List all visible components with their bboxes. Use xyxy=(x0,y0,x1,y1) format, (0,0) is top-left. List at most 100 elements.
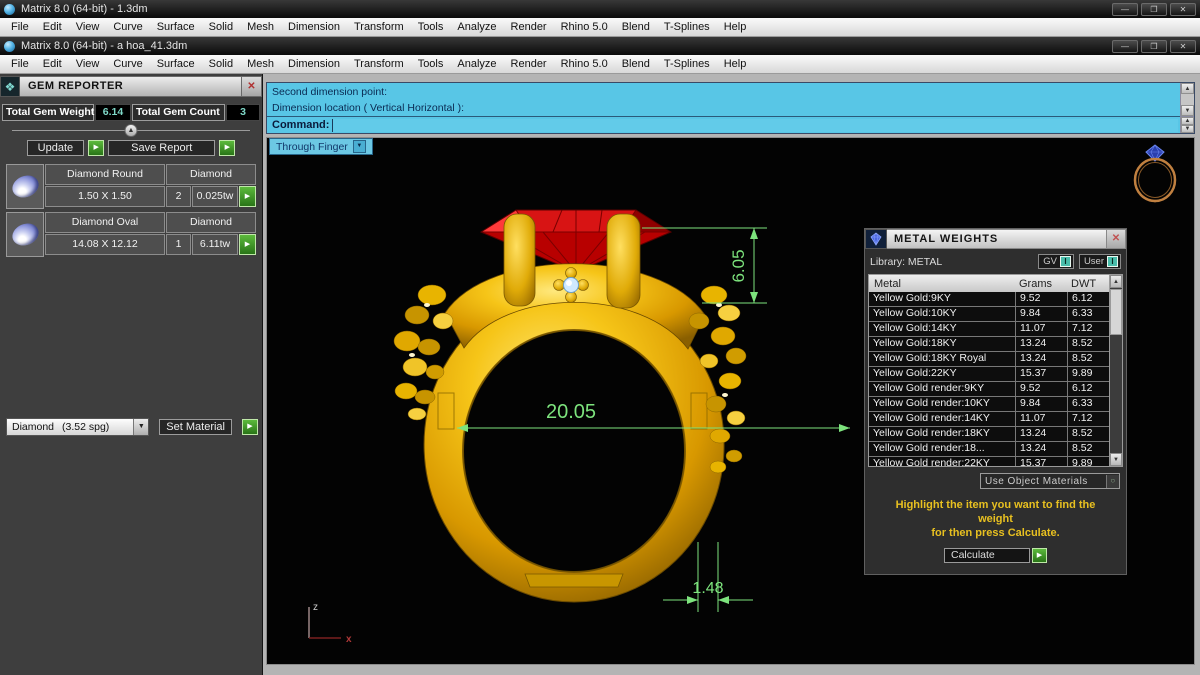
cell-grams: 15.37 xyxy=(1016,457,1068,466)
scroll-up-icon[interactable]: ▲ xyxy=(1181,83,1194,94)
toggle-on-icon[interactable]: I xyxy=(1059,256,1071,267)
table-row[interactable]: Yellow Gold:18KY Royal 13.24 8.52 xyxy=(869,352,1109,367)
menu-surface[interactable]: Surface xyxy=(150,18,202,36)
menu-dimension[interactable]: Dimension xyxy=(281,18,347,36)
table-row[interactable]: Yellow Gold render:18KY 13.24 8.52 xyxy=(869,427,1109,442)
gem-go-icon[interactable]: ▶ xyxy=(239,186,256,207)
menu-file[interactable]: File xyxy=(4,18,36,36)
command-input[interactable] xyxy=(332,118,1178,132)
table-row[interactable]: Yellow Gold render:10KY 9.84 6.33 xyxy=(869,397,1109,412)
gem-row-diamond-oval[interactable]: Diamond Oval Diamond 14.08 X 12.12 1 6.1… xyxy=(6,212,256,257)
table-row[interactable]: Yellow Gold:22KY 15.37 9.89 xyxy=(869,367,1109,382)
menu-analyze[interactable]: Analyze xyxy=(450,55,503,73)
menu-tools[interactable]: Tools xyxy=(411,18,451,36)
close-icon[interactable]: ✕ xyxy=(1170,2,1196,16)
menu-rhino[interactable]: Rhino 5.0 xyxy=(554,55,615,73)
spin-up-icon[interactable]: ▲ xyxy=(1181,117,1194,125)
menu-dimension[interactable]: Dimension xyxy=(281,55,347,73)
titlebar-window-2: Matrix 8.0 (64-bit) - a hoa_41.3dm — ❐ ✕ xyxy=(0,37,1200,55)
table-row[interactable]: Yellow Gold render:22KY 15.37 9.89 xyxy=(869,457,1109,466)
table-row[interactable]: Yellow Gold render:9KY 9.52 6.12 xyxy=(869,382,1109,397)
set-material-button[interactable]: Set Material xyxy=(159,419,232,435)
scrollbar-thumb[interactable] xyxy=(1110,289,1122,335)
table-row[interactable]: Yellow Gold:9KY 9.52 6.12 xyxy=(869,292,1109,307)
command-spinner[interactable]: ▲ ▼ xyxy=(1181,116,1194,133)
cell-dwt: 9.89 xyxy=(1072,457,1093,466)
close-icon[interactable]: ✕ xyxy=(242,76,262,97)
menu-help[interactable]: Help xyxy=(717,18,754,36)
chevron-down-icon[interactable]: ▼ xyxy=(133,419,149,435)
menu-mesh[interactable]: Mesh xyxy=(240,18,281,36)
menu-blend[interactable]: Blend xyxy=(615,55,657,73)
menu-view[interactable]: View xyxy=(69,18,107,36)
menu-edit[interactable]: Edit xyxy=(36,18,69,36)
calculate-go-icon[interactable]: ▶ xyxy=(1032,548,1047,563)
menu-render[interactable]: Render xyxy=(504,18,554,36)
table-row[interactable]: Yellow Gold:10KY 9.84 6.33 xyxy=(869,307,1109,322)
menu-transform[interactable]: Transform xyxy=(347,55,411,73)
menu-analyze[interactable]: Analyze xyxy=(450,18,503,36)
gv-toggle-button[interactable]: GV I xyxy=(1038,254,1074,269)
window-title: Matrix 8.0 (64-bit) - 1.3dm xyxy=(21,3,148,15)
menu-curve[interactable]: Curve xyxy=(106,18,149,36)
set-material-go-icon[interactable]: ▶ xyxy=(242,419,258,435)
menu-tools[interactable]: Tools xyxy=(411,55,451,73)
table-row[interactable]: Yellow Gold:18KY 13.24 8.52 xyxy=(869,337,1109,352)
close-icon[interactable]: ✕ xyxy=(1107,229,1126,249)
metal-weights-header[interactable]: METAL WEIGHTS ✕ xyxy=(865,229,1126,249)
menu-curve[interactable]: Curve xyxy=(106,55,149,73)
menu-transform[interactable]: Transform xyxy=(347,18,411,36)
menu-view[interactable]: View xyxy=(69,55,107,73)
axis-z-label: z xyxy=(313,602,318,613)
scroll-down-icon[interactable]: ▼ xyxy=(1110,453,1122,466)
command-history[interactable]: Second dimension point: Dimension locati… xyxy=(267,83,1180,117)
menu-help[interactable]: Help xyxy=(717,55,754,73)
save-report-go-icon[interactable]: ▶ xyxy=(219,140,236,156)
gem-count: 2 xyxy=(166,186,191,207)
update-button[interactable]: Update xyxy=(26,140,85,156)
user-toggle-button[interactable]: User I xyxy=(1078,254,1121,269)
command-panel: Second dimension point: Dimension locati… xyxy=(266,82,1195,134)
command-scrollbar[interactable]: ▲ ▼ ▲ ▼ xyxy=(1180,83,1194,133)
gem-row-diamond-round[interactable]: Diamond Round Diamond 1.50 X 1.50 2 0.02… xyxy=(6,164,256,209)
menu-mesh[interactable]: Mesh xyxy=(240,55,281,73)
panel-divider: ▲ xyxy=(12,124,250,137)
menu-rhino[interactable]: Rhino 5.0 xyxy=(554,18,615,36)
dimension-diameter[interactable]: 20.05 xyxy=(457,401,850,432)
restore-icon[interactable]: ❐ xyxy=(1141,39,1167,53)
view-tab-through-finger[interactable]: Through Finger ▼ xyxy=(269,138,373,155)
use-object-materials-select[interactable]: Use Object Materials ○ xyxy=(980,473,1120,489)
menu-edit[interactable]: Edit xyxy=(36,55,69,73)
calculate-button[interactable]: Calculate xyxy=(944,548,1030,563)
material-select[interactable]: Diamond (3.52 spg) ▼ xyxy=(6,418,150,436)
viewport[interactable]: Through Finger ▼ 6.05 20.05 1.48 z x MET… xyxy=(266,137,1195,665)
menu-blend[interactable]: Blend xyxy=(615,18,657,36)
table-row[interactable]: Yellow Gold render:18... 13.24 8.52 xyxy=(869,442,1109,457)
chevron-down-icon[interactable]: ▼ xyxy=(352,140,366,153)
collapse-icon[interactable]: ▲ xyxy=(124,124,138,137)
menu-tsplines[interactable]: T-Splines xyxy=(657,55,717,73)
scroll-up-icon[interactable]: ▲ xyxy=(1110,275,1122,288)
menu-tsplines[interactable]: T-Splines xyxy=(657,18,717,36)
restore-icon[interactable]: ❐ xyxy=(1141,2,1167,16)
cell-metal: Yellow Gold render:18... xyxy=(869,442,1016,456)
menu-solid[interactable]: Solid xyxy=(202,18,240,36)
update-go-icon[interactable]: ▶ xyxy=(88,140,105,156)
spin-down-icon[interactable]: ▼ xyxy=(1181,125,1194,133)
table-row[interactable]: Yellow Gold:14KY 11.07 7.12 xyxy=(869,322,1109,337)
scroll-down-icon[interactable]: ▼ xyxy=(1181,105,1194,116)
table-row[interactable]: Yellow Gold render:14KY 11.07 7.12 xyxy=(869,412,1109,427)
metal-table-scrollbar[interactable]: ▲ ▼ xyxy=(1109,275,1122,466)
menu-file[interactable]: File xyxy=(4,55,36,73)
toggle-on-icon[interactable]: I xyxy=(1107,256,1118,267)
minimize-icon[interactable]: — xyxy=(1112,2,1138,16)
close-icon[interactable]: ✕ xyxy=(1170,39,1196,53)
menubar-window-1: File Edit View Curve Surface Solid Mesh … xyxy=(0,18,1200,37)
menu-solid[interactable]: Solid xyxy=(202,55,240,73)
minimize-icon[interactable]: — xyxy=(1112,39,1138,53)
save-report-button[interactable]: Save Report xyxy=(108,140,216,156)
menu-surface[interactable]: Surface xyxy=(150,55,202,73)
menu-render[interactable]: Render xyxy=(504,55,554,73)
gem-go-icon[interactable]: ▶ xyxy=(239,234,256,255)
circle-icon[interactable]: ○ xyxy=(1106,474,1119,488)
